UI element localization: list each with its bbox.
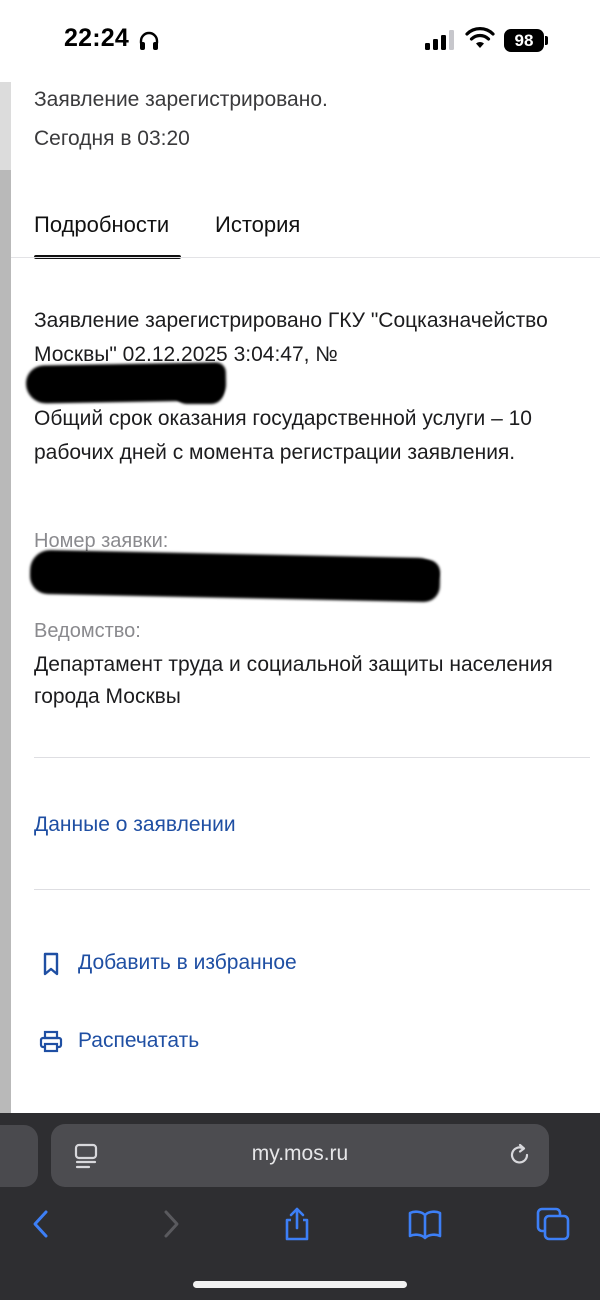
status-bar: 22:24 98 [0, 0, 600, 82]
redaction-mark [234, 560, 440, 584]
printer-icon [39, 1030, 63, 1053]
book-icon[interactable] [407, 1206, 443, 1242]
reload-icon[interactable] [507, 1142, 533, 1168]
home-indicator [193, 1281, 407, 1288]
share-icon[interactable] [279, 1206, 315, 1242]
battery-icon: 98 [504, 29, 544, 52]
tab-details[interactable]: Подробности [34, 212, 169, 238]
add-favorite-label: Добавить в избранное [78, 951, 297, 974]
page-edge-shadow [0, 170, 11, 1113]
divider [34, 889, 590, 890]
screen: 22:24 98 Заявление зарегистрировано. Сег… [0, 0, 600, 1300]
battery-cap [545, 36, 548, 45]
print-label: Распечатать [78, 1029, 200, 1052]
application-date: Сегодня в 03:20 [34, 127, 190, 150]
web-page: Заявление зарегистрировано. Сегодня в 03… [0, 82, 600, 1113]
divider [34, 757, 590, 758]
tabs-divider [11, 257, 600, 258]
department-label: Ведомство: [34, 620, 141, 642]
tabs: Подробности История [34, 212, 590, 258]
chevron-left-icon[interactable] [24, 1206, 60, 1242]
redaction-mark [174, 378, 224, 404]
browser-toolbar: my.mos.ru [0, 1113, 600, 1300]
status-time: 22:24 [64, 24, 129, 52]
wifi-icon [465, 27, 495, 48]
previous-tab-preview[interactable] [0, 1125, 38, 1187]
bookmark-icon [43, 952, 59, 976]
department-value: Департамент труда и социальной защиты на… [34, 653, 553, 708]
registration-info: Заявление зарегистрировано ГКУ "Соцказна… [34, 309, 548, 366]
address-bar[interactable]: my.mos.ru [51, 1124, 549, 1187]
url-text: my.mos.ru [251, 1142, 349, 1165]
service-term-info: Общий срок оказания государственной услу… [34, 407, 532, 464]
tabs-icon[interactable] [535, 1206, 571, 1242]
cellular-signal-icon [425, 30, 454, 50]
application-status: Заявление зарегистрировано. [34, 88, 328, 111]
tab-history[interactable]: История [215, 212, 300, 238]
chevron-right-icon[interactable] [153, 1206, 189, 1242]
headphones-icon [139, 31, 159, 50]
application-data-link[interactable]: Данные о заявлении [34, 813, 236, 837]
